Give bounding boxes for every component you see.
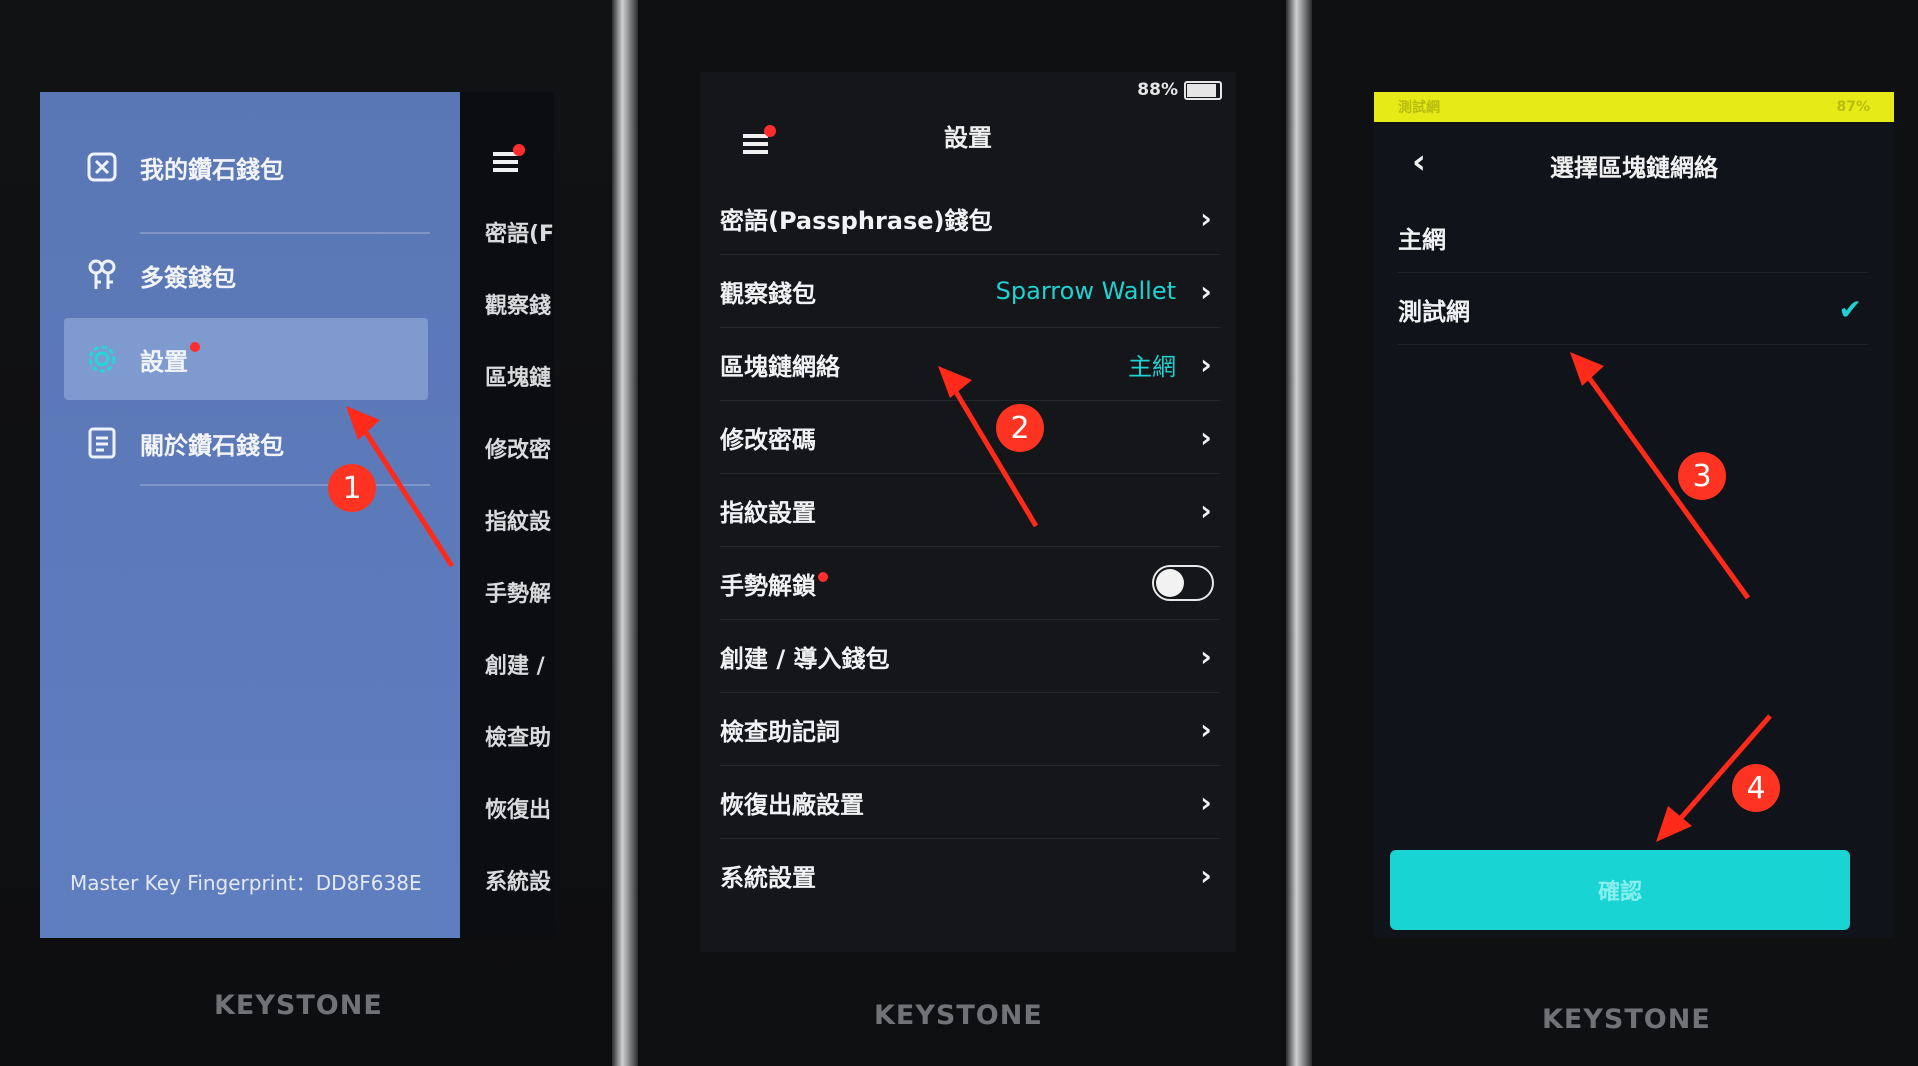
step-badge-1: 1 xyxy=(328,464,376,512)
step-badge-4: 4 xyxy=(1732,764,1780,812)
arrowhead-3 xyxy=(1570,352,1604,386)
annotation-arrows xyxy=(346,352,1772,842)
step-badge-3: 3 xyxy=(1678,452,1726,500)
step-badge-2: 2 xyxy=(996,404,1044,452)
arrowhead-1 xyxy=(346,406,380,440)
arrowhead-2 xyxy=(938,366,972,398)
